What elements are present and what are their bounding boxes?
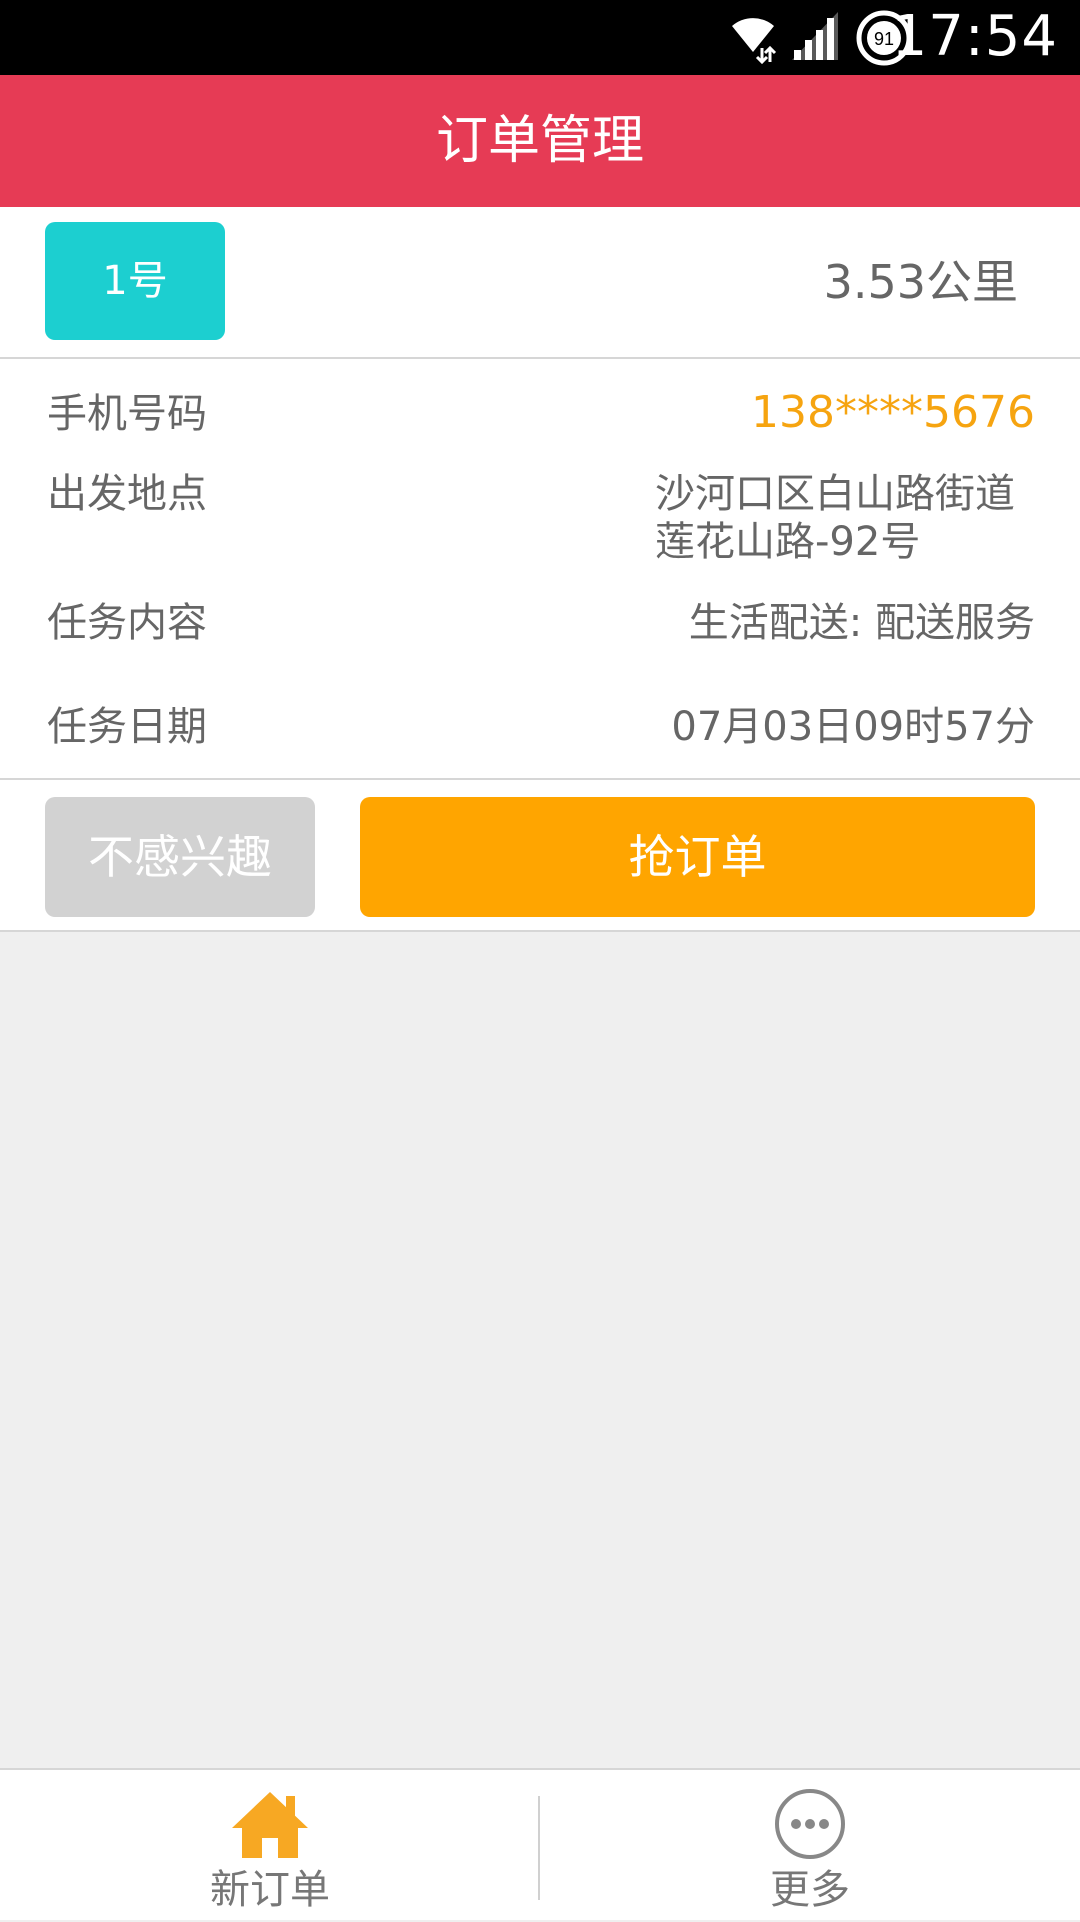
tab-more-label: 更多 bbox=[770, 1867, 850, 1913]
tab-more[interactable]: 更多 bbox=[540, 1770, 1080, 1922]
task-content-label: 任务内容 bbox=[47, 600, 207, 646]
divider bbox=[0, 357, 1080, 359]
distance-text: 3.53公里 bbox=[823, 255, 1018, 309]
wifi-icon bbox=[732, 18, 777, 64]
tab-new-orders[interactable]: 新订单 bbox=[0, 1770, 540, 1922]
clock: 17:54 bbox=[891, 4, 1058, 69]
page-title: 订单管理 bbox=[435, 111, 644, 171]
status-bar: 91 17:54 bbox=[0, 0, 1080, 75]
signal-icon bbox=[792, 12, 838, 60]
phone-value[interactable]: 138****5676 bbox=[751, 389, 1035, 437]
task-content-value: 生活配送: 配送服务 bbox=[688, 600, 1035, 646]
origin-value-line2: 莲花山路-92号 bbox=[655, 519, 921, 565]
task-date-value: 07月03日09时57分 bbox=[671, 704, 1035, 750]
origin-label: 出发地点 bbox=[47, 471, 207, 517]
order-number-badge: 1号 bbox=[45, 222, 225, 340]
grab-order-button[interactable]: 抢订单 bbox=[360, 797, 1035, 917]
more-icon bbox=[775, 1789, 845, 1859]
origin-value-line1: 沙河口区白山路街道 bbox=[655, 471, 1015, 517]
home-icon bbox=[232, 1792, 308, 1858]
not-interested-button[interactable]: 不感兴趣 bbox=[45, 797, 315, 917]
task-date-label: 任务日期 bbox=[47, 704, 207, 750]
app-header: 订单管理 bbox=[0, 75, 1080, 207]
divider bbox=[0, 930, 1080, 932]
origin-value: 沙河口区白山路街道 莲花山路-92号 bbox=[655, 470, 1035, 566]
phone-label: 手机号码 bbox=[47, 391, 207, 437]
divider bbox=[0, 778, 1080, 780]
bottom-tab-bar: 新订单 更多 bbox=[0, 1768, 1080, 1920]
order-card: 1号 3.53公里 手机号码 138****5676 出发地点 沙河口区白山路街… bbox=[0, 207, 1080, 932]
tab-new-orders-label: 新订单 bbox=[210, 1867, 330, 1913]
